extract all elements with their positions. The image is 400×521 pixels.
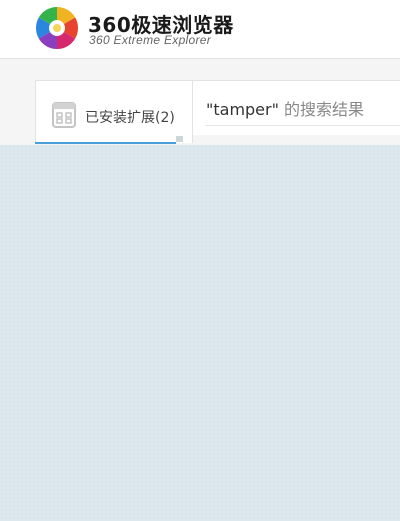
search-results-title: "tamper" 的搜索结果 xyxy=(206,96,364,120)
active-tab-indicator xyxy=(35,142,176,144)
store-icon xyxy=(52,102,76,128)
app-header: 360极速浏览器 360 Extreme Explorer xyxy=(0,0,400,59)
search-divider xyxy=(205,125,400,126)
tab-notch xyxy=(176,136,183,142)
tab-installed-label: 已安装扩展(2) xyxy=(85,110,175,126)
360-browser-logo-icon xyxy=(35,6,79,50)
search-results-suffix: 的搜索结果 xyxy=(278,100,365,119)
brand-subtitle: 360 Extreme Explorer xyxy=(89,33,212,47)
search-query: "tamper" xyxy=(206,100,279,119)
